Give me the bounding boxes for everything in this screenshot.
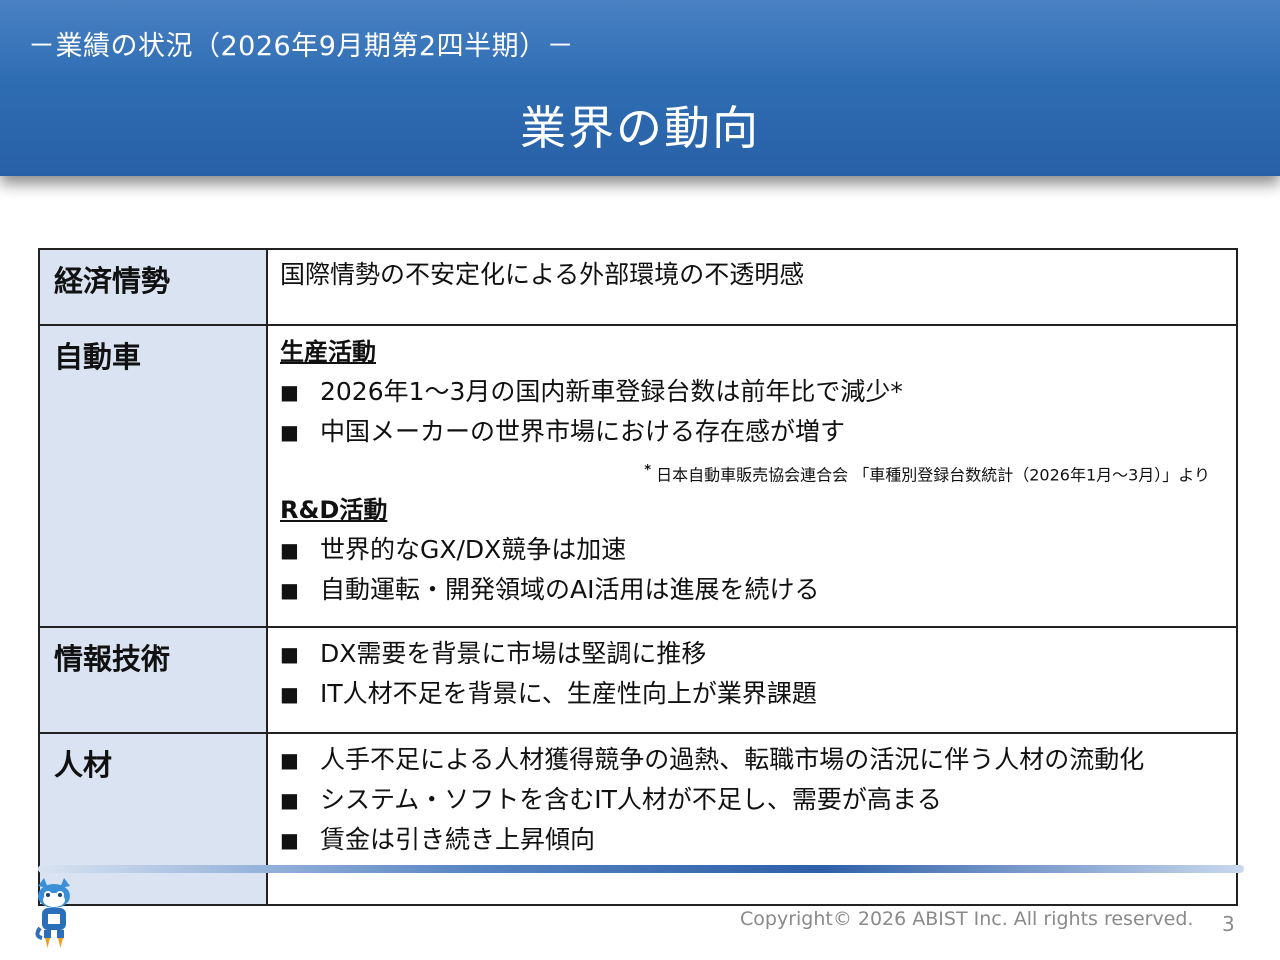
bullet-square-icon: ■ — [280, 642, 299, 666]
category-it: 情報技術 — [38, 626, 268, 734]
table-row-it: 情報技術 ■ DX需要を背景に市場は堅調に推移 ■ IT人材不足を背景に、生産性… — [38, 626, 1238, 734]
bullet-text: 賃金は引き続き上昇傾向 — [320, 825, 596, 854]
bullet-text: システム・ソフトを含むIT人材が不足し、需要が高まる — [320, 785, 942, 814]
source-note: * 日本自動車販売協会連合会 「車種別登録台数統計（2026年1月～3月）」より — [280, 456, 1210, 490]
table-row-human-resources: 人材 ■ 人手不足による人材獲得競争の過熱、転職市場の活況に伴う人材の流動化 ■… — [38, 732, 1238, 906]
list-item: ■ DX需要を背景に市場は堅調に推移 — [280, 634, 1224, 674]
bullet-text: 2026年1～3月の国内新車登録台数は前年比で減少* — [320, 377, 903, 406]
list-item: ■ システム・ソフトを含むIT人材が不足し、需要が高まる — [280, 780, 1224, 820]
category-automotive: 自動車 — [38, 324, 268, 628]
bullet-text: 人手不足による人材獲得競争の過熱、転職市場の活況に伴う人材の流動化 — [320, 745, 1145, 774]
note-text: 日本自動車販売協会連合会 「車種別登録台数統計（2026年1月～3月）」より — [656, 465, 1210, 485]
category-economy: 経済情勢 — [38, 248, 268, 326]
bullet-square-icon: ■ — [280, 682, 299, 706]
bullet-text: DX需要を背景に市場は堅調に推移 — [320, 639, 707, 668]
section-subtitle: －業績の状況（2026年9月期第2四半期）－ — [28, 31, 575, 62]
list-item: ■ 賃金は引き続き上昇傾向 — [280, 820, 1224, 860]
bullet-square-icon: ■ — [280, 420, 299, 444]
list-item: ■ 中国メーカーの世界市場における存在感が増す — [280, 412, 1224, 452]
list-item: ■ 人手不足による人材獲得競争の過熱、転職市場の活況に伴う人材の流動化 — [280, 740, 1224, 780]
list-item: ■ IT人材不足を背景に、生産性向上が業界課題 — [280, 674, 1224, 714]
list-item: ■ 世界的なGX/DX競争は加速 — [280, 530, 1224, 570]
table-row-economy: 経済情勢 国際情勢の不安定化による外部環境の不透明感 — [38, 248, 1238, 326]
cat-mascot-logo-icon — [35, 878, 70, 948]
list-item: ■ 自動運転・開発領域のAI活用は進展を続ける — [280, 570, 1224, 610]
footer-divider — [38, 865, 1244, 873]
bullet-text: IT人材不足を背景に、生産性向上が業界課題 — [320, 679, 817, 708]
bullet-square-icon: ■ — [280, 788, 299, 812]
rd-heading: R&D活動 — [280, 496, 388, 525]
economy-text: 国際情勢の不安定化による外部環境の不透明感 — [280, 260, 805, 289]
page-title: 業界の動向 — [520, 101, 760, 155]
bullet-square-icon: ■ — [280, 380, 299, 404]
bullet-square-icon: ■ — [280, 748, 299, 772]
table-row-automotive: 自動車 生産活動 ■ 2026年1～3月の国内新車登録台数は前年比で減少* ■ … — [38, 324, 1238, 628]
bullet-square-icon: ■ — [280, 828, 299, 852]
bullet-text: 世界的なGX/DX競争は加速 — [320, 535, 627, 565]
page-number: 3 — [1222, 912, 1235, 936]
slide-header: －業績の状況（2026年9月期第2四半期）－ 業界の動向 — [0, 0, 1280, 176]
industry-trends-table: 経済情勢 国際情勢の不安定化による外部環境の不透明感 自動車 生産活動 ■ 20… — [38, 248, 1238, 906]
list-item: ■ 2026年1～3月の国内新車登録台数は前年比で減少* — [280, 372, 1224, 412]
note-mark: * — [644, 463, 652, 478]
bullet-square-icon: ■ — [280, 578, 299, 603]
copyright-text: Copyright© 2026 ABIST Inc. All rights re… — [740, 908, 1194, 930]
bullet-square-icon: ■ — [280, 538, 299, 563]
bullet-text: 自動運転・開発領域のAI活用は進展を続ける — [320, 575, 820, 605]
bullet-text: 中国メーカーの世界市場における存在感が増す — [320, 417, 846, 446]
production-heading: 生産活動 — [280, 338, 376, 366]
